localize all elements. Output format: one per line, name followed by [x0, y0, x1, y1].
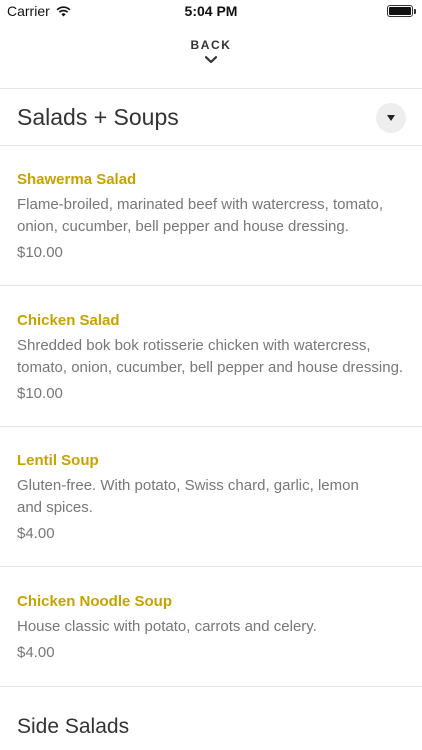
item-price: $10.00	[17, 385, 63, 402]
divider	[0, 426, 422, 427]
menu-item[interactable]: Lentil Soup Gluten-free. With potato, Sw…	[17, 452, 372, 542]
back-button[interactable]: BACK	[0, 38, 422, 64]
divider	[0, 88, 422, 89]
item-price: $10.00	[17, 244, 63, 261]
back-label: BACK	[190, 38, 232, 52]
section-title: Salads + Soups	[17, 104, 179, 130]
next-section-title: Side Salads	[17, 715, 130, 738]
item-description: Shredded bok bok rotisserie chicken with…	[17, 337, 404, 376]
item-description: Gluten-free. With potato, Swiss chard, g…	[17, 477, 359, 516]
item-description: House classic with potato, carrots and c…	[17, 618, 317, 635]
divider	[0, 686, 422, 687]
menu-item[interactable]: Chicken Salad Shredded bok bok rotisseri…	[17, 312, 412, 402]
battery-icon	[387, 5, 416, 17]
triangle-down-icon	[387, 115, 395, 121]
status-time: 5:04 PM	[184, 3, 238, 19]
menu-item[interactable]: Chicken Noodle Soup House classic with p…	[17, 593, 412, 661]
status-bar: Carrier 5:04 PM	[0, 0, 422, 22]
item-description: Flame-broiled, marinated beef with water…	[17, 196, 383, 235]
divider	[0, 145, 422, 146]
section-toggle-button[interactable]	[376, 103, 406, 133]
menu-item[interactable]: Shawerma Salad Flame-broiled, marinated …	[17, 171, 412, 261]
divider	[0, 566, 422, 567]
chevron-down-icon	[205, 56, 217, 64]
item-name: Chicken Noodle Soup	[17, 593, 173, 610]
item-price: $4.00	[17, 525, 55, 542]
item-name: Chicken Salad	[17, 312, 120, 329]
item-name: Shawerma Salad	[17, 171, 137, 188]
divider	[0, 285, 422, 286]
item-price: $4.00	[17, 644, 55, 661]
item-name: Lentil Soup	[17, 452, 99, 469]
